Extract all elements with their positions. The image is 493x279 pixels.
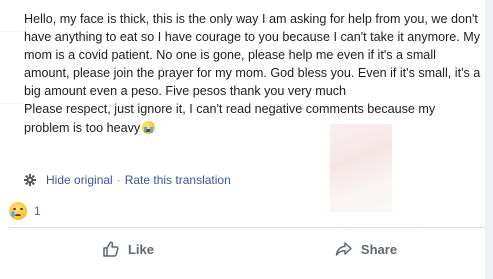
link-separator: · bbox=[116, 173, 121, 187]
crying-face-emoji bbox=[142, 120, 156, 134]
share-label: Share bbox=[360, 241, 398, 257]
background-photo-ghost bbox=[330, 124, 392, 212]
post-text: Hello, my face is thick, this is the onl… bbox=[24, 12, 481, 135]
background-ghost-line bbox=[0, 103, 22, 104]
gear-icon bbox=[24, 174, 36, 186]
share-button[interactable]: Share bbox=[247, 232, 485, 266]
like-button[interactable]: Like bbox=[9, 232, 247, 266]
share-icon bbox=[335, 242, 352, 256]
action-bar: Like Share bbox=[9, 232, 485, 266]
rate-translation-link[interactable]: Rate this translation bbox=[125, 173, 231, 187]
sad-reaction-icon bbox=[9, 202, 27, 220]
background-ghost-line bbox=[340, 229, 420, 230]
post-body: Hello, my face is thick, this is the onl… bbox=[24, 10, 484, 137]
background-ghost-line bbox=[0, 31, 22, 32]
translation-bar: Hide original · Rate this translation bbox=[24, 172, 231, 188]
page-edge bbox=[485, 0, 493, 279]
reactions-summary[interactable]: 1 bbox=[9, 201, 41, 221]
hide-original-link[interactable]: Hide original bbox=[46, 173, 113, 187]
actions-divider bbox=[9, 227, 485, 228]
reaction-count: 1 bbox=[34, 204, 41, 218]
like-label: Like bbox=[127, 241, 154, 257]
thumbs-up-icon bbox=[103, 241, 119, 257]
facebook-post: Hello, my face is thick, this is the onl… bbox=[0, 0, 493, 279]
